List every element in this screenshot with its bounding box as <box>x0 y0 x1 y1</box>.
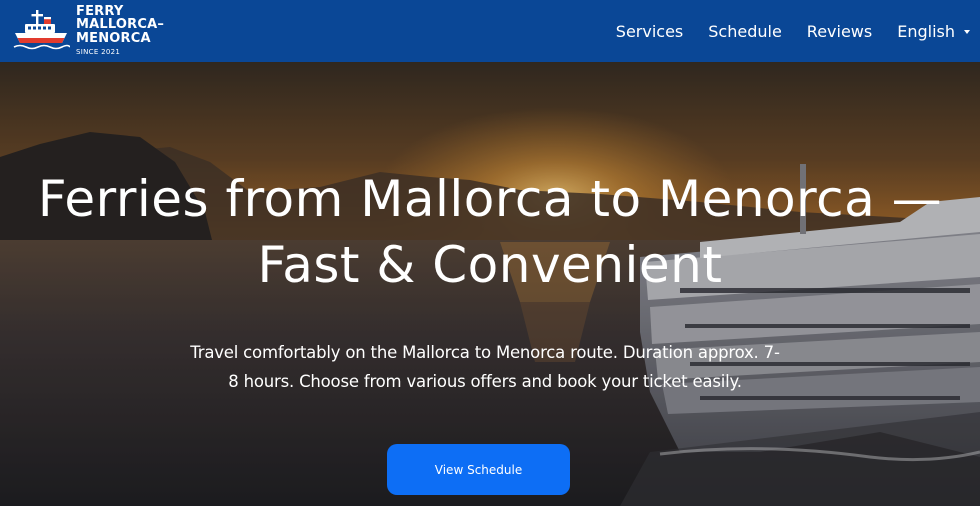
site-header: FERRY MALLORCA– MENORCA SINCE 2021 Servi… <box>0 0 980 62</box>
brand-line-1: FERRY <box>76 3 124 19</box>
nav-link-services[interactable]: Services <box>603 22 695 41</box>
hero-subtitle-line-1: Travel comfortably on the Mallorca to Me… <box>190 343 780 362</box>
nav-link-schedule[interactable]: Schedule <box>696 22 795 41</box>
hero-title: Ferries from Mallorca to Menorca — Fast … <box>0 166 980 298</box>
hero-content: Ferries from Mallorca to Menorca — Fast … <box>0 62 980 506</box>
hero-title-line-2: Fast & Convenient <box>257 236 723 294</box>
brand-line-2: MALLORCA– <box>76 17 165 33</box>
main-nav: Services Schedule Reviews English <box>603 22 970 41</box>
nav-link-reviews[interactable]: Reviews <box>794 22 884 41</box>
hero-section: Ferries from Mallorca to Menorca — Fast … <box>0 62 980 506</box>
page: FERRY MALLORCA– MENORCA SINCE 2021 Servi… <box>0 0 980 506</box>
hero-subtitle-line-2: 8 hours. Choose from various offers and … <box>228 372 742 391</box>
hero-subtitle: Travel comfortably on the Mallorca to Me… <box>184 338 786 396</box>
brand-logo[interactable]: FERRY MALLORCA– MENORCA SINCE 2021 <box>12 5 164 58</box>
brand-text: FERRY MALLORCA– MENORCA SINCE 2021 <box>76 5 164 58</box>
language-selector[interactable]: English <box>885 22 970 41</box>
chevron-down-icon <box>964 29 970 34</box>
brand-line-3: MENORCA <box>76 30 151 46</box>
language-label: English <box>897 21 955 41</box>
hero-title-line-1: Ferries from Mallorca to Menorca — <box>37 170 943 228</box>
view-schedule-button[interactable]: View Schedule <box>387 444 570 495</box>
brand-since: SINCE 2021 <box>76 48 121 57</box>
ship-icon <box>13 10 70 50</box>
